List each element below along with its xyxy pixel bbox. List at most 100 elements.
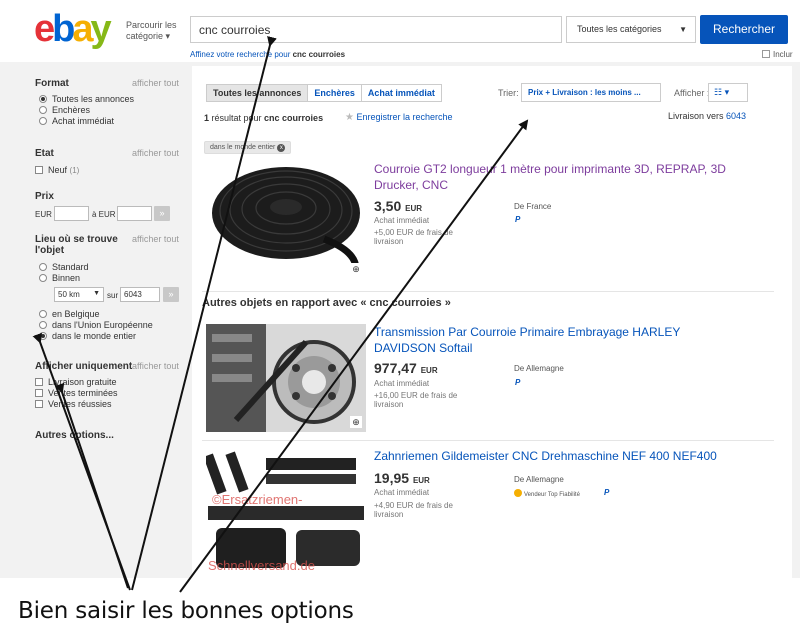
checkbox-icon <box>35 166 43 174</box>
sort-select[interactable]: Prix + Livraison : les moins ... <box>521 83 661 102</box>
divider <box>202 291 774 292</box>
price-min-label: EUR <box>35 210 52 219</box>
top-seller-badge: Vendeur Top Fiabilité <box>514 489 580 498</box>
delivery-code-link[interactable]: 6043 <box>726 111 746 121</box>
price-max-input[interactable] <box>117 206 152 221</box>
chevron-down-icon: ▼ <box>93 290 100 297</box>
radio-icon <box>39 332 47 340</box>
refine-search-link[interactable]: Affinez votre recherche pour cnc courroi… <box>190 50 345 59</box>
item-title-link[interactable]: Courroie GT2 longueur 1 mètre pour impri… <box>374 161 744 193</box>
location-show-all-link[interactable]: afficher tout <box>132 234 179 244</box>
category-select[interactable]: Toutes les catégories ▼ <box>566 16 696 43</box>
radio-icon <box>39 274 47 282</box>
completed-listings-checkbox[interactable]: Ventes terminées <box>35 388 118 398</box>
item-price: 977,47 EUR <box>374 360 438 376</box>
listing-type-tabs: Toutes les annonces Enchères Achat imméd… <box>206 84 442 102</box>
item-buy-type: Achat immédiat <box>374 379 430 388</box>
location-option-worldwide[interactable]: dans le monde entier <box>39 331 136 341</box>
list-item: ⊕ Transmission Par Courroie Primaire Emb… <box>202 324 782 434</box>
item-origin: De Allemagne <box>514 364 564 373</box>
free-shipping-checkbox[interactable]: Livraison gratuite <box>35 377 117 387</box>
item-price: 3,50 EUR <box>374 198 423 214</box>
browse-category-button[interactable]: Parcourir les catégorie ▾ <box>126 20 177 42</box>
zoom-icon[interactable]: ⊕ <box>350 263 362 275</box>
location-option-belgium[interactable]: en Belgique <box>39 309 100 319</box>
price-go-button[interactable]: » <box>154 206 170 221</box>
item-shipping: +5,00 EUR de frais de livraison <box>374 228 453 246</box>
active-filter-chip[interactable]: dans le monde entier x <box>204 141 292 154</box>
condition-new-checkbox[interactable]: Neuf (1) <box>35 165 79 175</box>
format-show-all-link[interactable]: afficher tout <box>132 78 179 88</box>
checkbox-icon <box>35 400 43 408</box>
location-go-button[interactable]: » <box>163 287 179 302</box>
tab-all-listings[interactable]: Toutes les annonces <box>206 84 309 102</box>
more-options-link[interactable]: Autres options... <box>35 430 114 441</box>
ebay-logo[interactable]: ebay <box>34 9 112 49</box>
ebay-screenshot: ebay Parcourir les catégorie ▾ cnc courr… <box>0 0 800 578</box>
paypal-icon: P <box>604 488 610 497</box>
location-heading: Lieu où se trouve l'objet <box>35 234 118 256</box>
tab-auctions[interactable]: Enchères <box>307 84 362 102</box>
list-item: ⊕ Courroie GT2 longueur 1 mètre pour imp… <box>202 161 782 286</box>
price-heading: Prix <box>35 191 54 202</box>
radio-icon <box>39 263 47 271</box>
tab-buy-now[interactable]: Achat immédiat <box>360 84 442 102</box>
save-search-link[interactable]: ★ Enregistrer la recherche <box>345 112 453 123</box>
format-heading: Format <box>35 78 69 89</box>
sort-label: Trier: <box>498 88 519 98</box>
item-title-link[interactable]: Zahnriemen Gildemeister CNC Drehmaschine… <box>374 448 744 464</box>
item-image[interactable]: ⊕ <box>206 161 366 279</box>
item-price: 19,95 EUR <box>374 470 430 486</box>
radio-icon <box>39 95 47 103</box>
location-option-standard[interactable]: Standard <box>39 262 89 272</box>
belt-coil-image <box>206 161 366 279</box>
radio-icon <box>39 310 47 318</box>
paypal-icon: P <box>515 215 521 224</box>
item-shipping: +16,00 EUR de frais de livraison <box>374 391 458 409</box>
format-option-all[interactable]: Toutes les annonces <box>39 94 134 104</box>
price-max-label: à EUR <box>92 210 116 219</box>
motorcycle-belt-image <box>206 324 366 432</box>
watermark-text: ©Ersatzriemen- <box>212 492 303 507</box>
related-items-heading: Autres objets en rapport avec « cnc cour… <box>202 297 451 309</box>
search-button[interactable]: Rechercher <box>700 15 788 44</box>
include-description-checkbox[interactable]: Inclur <box>762 50 793 59</box>
browse-label-line1: Parcourir les <box>126 20 177 30</box>
browse-label-line2: catégorie ▾ <box>126 31 171 41</box>
price-min-input[interactable] <box>54 206 89 221</box>
view-label: Afficher : <box>674 88 710 98</box>
checkbox-icon <box>35 378 43 386</box>
delivery-location: Livraison vers 6043 <box>668 111 747 121</box>
radio-icon <box>39 106 47 114</box>
item-image[interactable]: ©Ersatzriemen- Schnellversand.de <box>206 448 366 578</box>
item-image[interactable]: ⊕ <box>206 324 366 432</box>
view-mode-select[interactable]: ☷ ▾ <box>708 83 748 102</box>
show-only-show-all-link[interactable]: afficher tout <box>132 361 179 371</box>
close-icon[interactable]: x <box>277 144 286 152</box>
item-origin: De France <box>514 202 552 211</box>
format-option-auction[interactable]: Enchères <box>39 105 90 115</box>
annotation-caption: Bien saisir les bonnes options <box>18 598 354 624</box>
show-only-heading: Afficher uniquement <box>35 361 133 372</box>
radio-icon <box>39 321 47 329</box>
star-icon: ★ <box>345 112 354 123</box>
radio-icon <box>39 117 47 125</box>
item-shipping: +4,90 EUR de frais de livraison <box>374 501 453 519</box>
result-count: 1 résultat pour cnc courroies <box>204 113 324 123</box>
list-item: ©Ersatzriemen- Schnellversand.de Zahnrie… <box>202 448 782 578</box>
search-input[interactable]: cnc courroies <box>190 16 562 43</box>
condition-show-all-link[interactable]: afficher tout <box>132 148 179 158</box>
location-option-eu[interactable]: dans l'Union Européenne <box>39 320 153 330</box>
format-option-buy-now[interactable]: Achat immédiat <box>39 116 114 126</box>
location-option-binnen[interactable]: Binnen <box>39 273 80 283</box>
category-select-value: Toutes les catégories <box>577 24 662 34</box>
item-title-link[interactable]: Transmission Par Courroie Primaire Embra… <box>374 324 744 356</box>
divider <box>202 440 774 441</box>
sold-listings-checkbox[interactable]: Ventes réussies <box>35 399 112 409</box>
zoom-icon[interactable]: ⊕ <box>350 416 362 428</box>
postcode-input[interactable]: 6043 <box>120 287 160 302</box>
item-origin: De Allemagne <box>514 475 564 484</box>
item-buy-type: Achat immédiat <box>374 488 430 497</box>
distance-select[interactable]: 50 km ▼ <box>54 287 104 302</box>
watermark-text: Schnellversand.de <box>208 558 315 573</box>
